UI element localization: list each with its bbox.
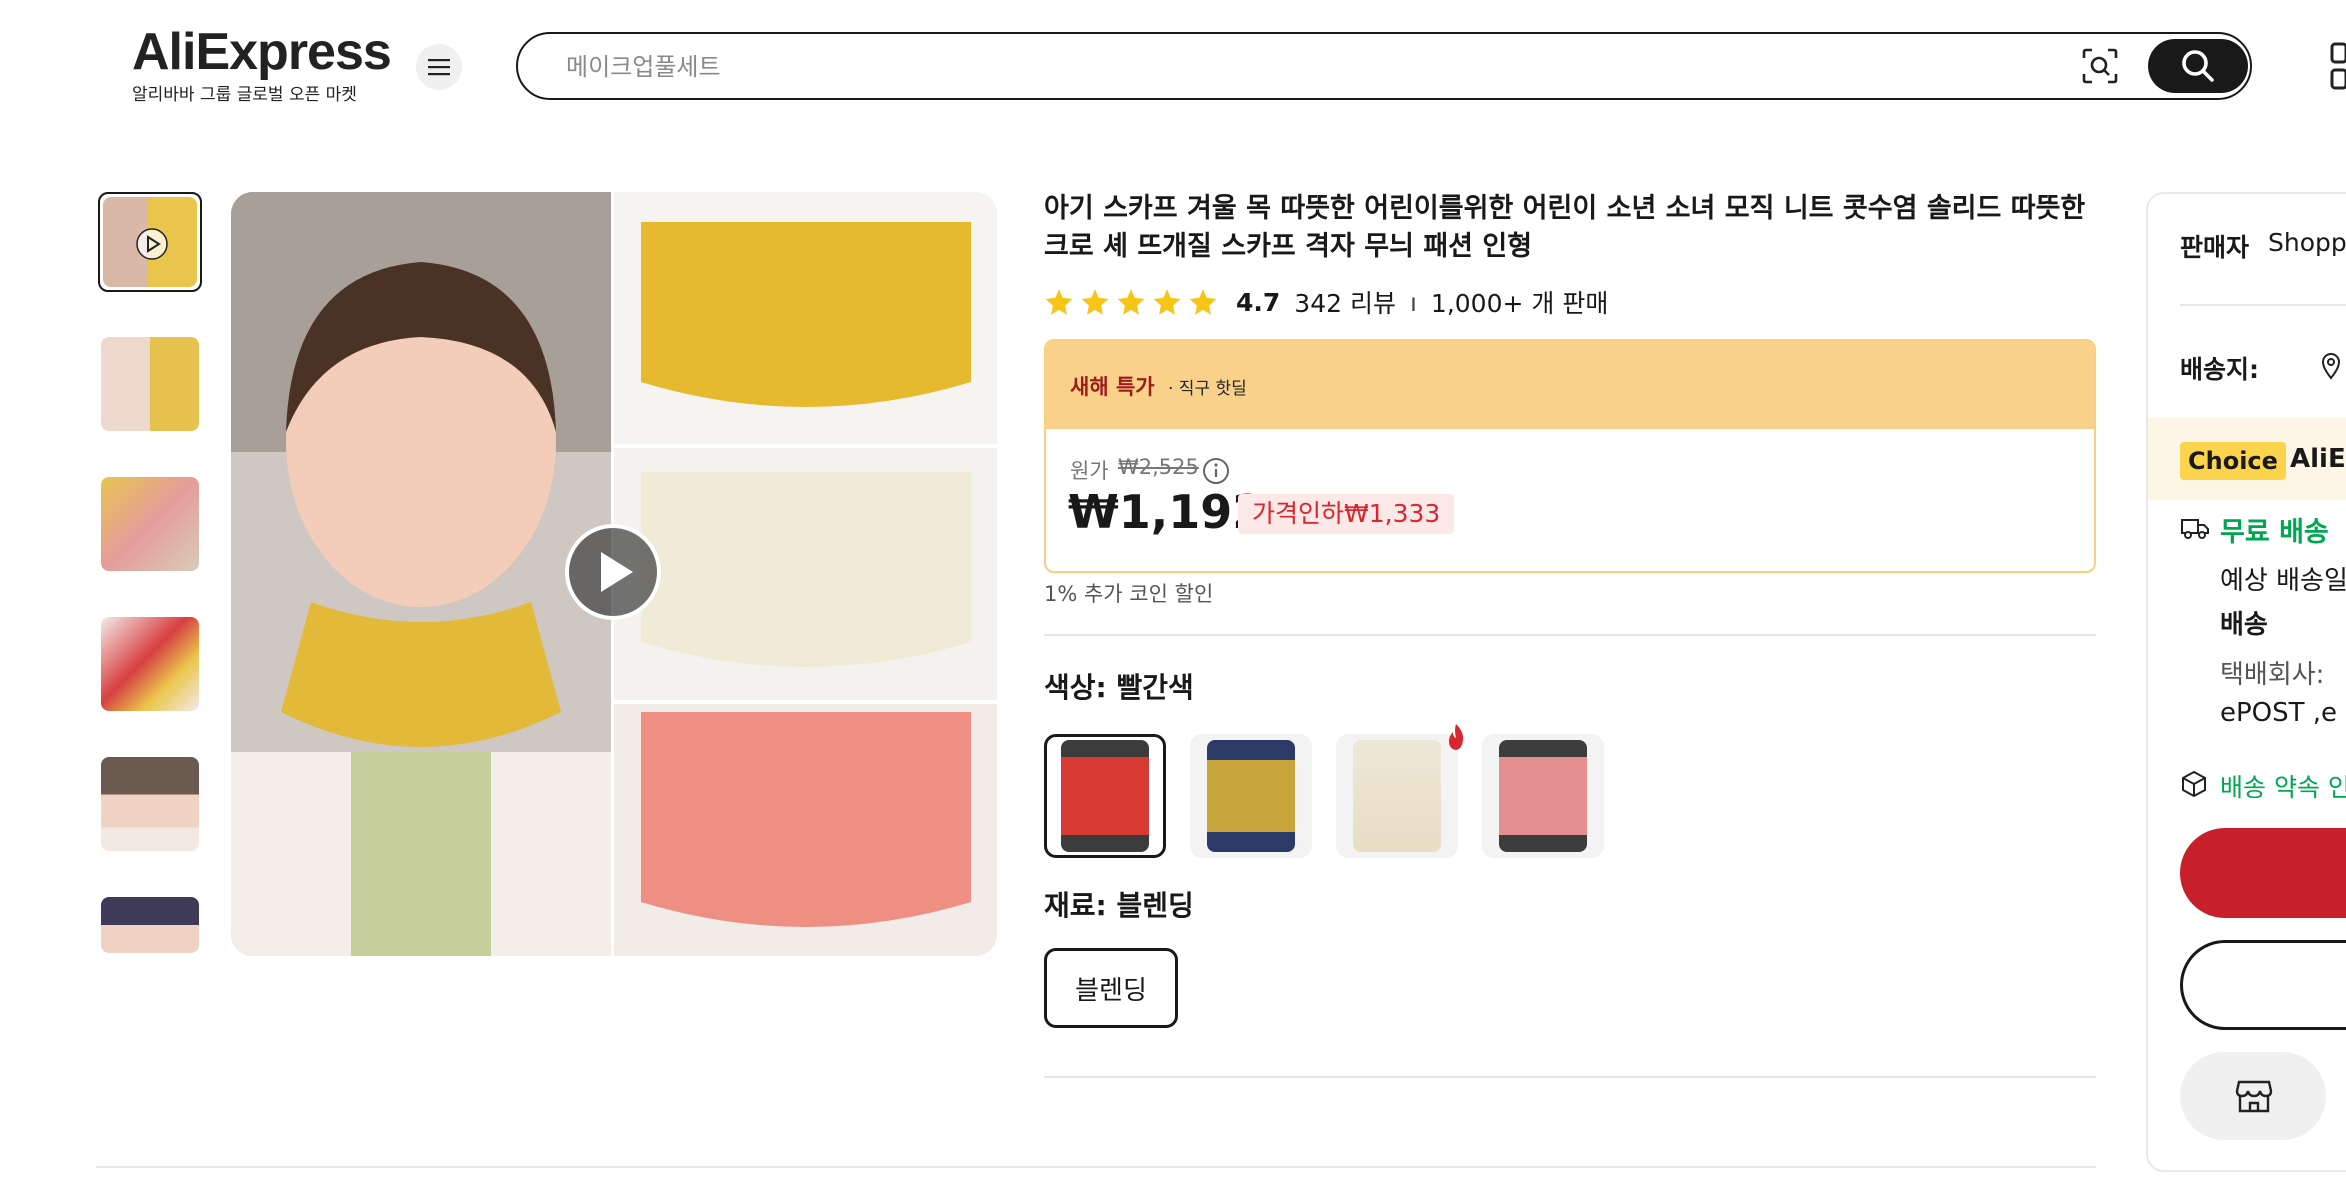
buy-now-button[interactable] xyxy=(2180,828,2346,918)
original-price: ₩2,525 xyxy=(1118,455,1199,479)
discount-badge: 가격인하₩1,333 xyxy=(1238,494,1455,534)
thumbnail-image xyxy=(101,337,199,431)
star-icon xyxy=(1153,289,1181,315)
swatch-image xyxy=(1353,740,1441,852)
store-icon xyxy=(2235,1080,2273,1113)
deal-box: 새해 특가 · 직구 핫딜 원가 ₩2,525 ₩1,192 가격인하₩1,33… xyxy=(1044,339,2096,573)
star-icon xyxy=(1081,289,1109,315)
courier-value: ePOST ,e xyxy=(2220,698,2338,728)
seller-label: 판매자 xyxy=(2180,233,2250,262)
location-icon[interactable] xyxy=(2320,352,2342,380)
thumbnail-image xyxy=(101,617,199,711)
original-label: 원가 xyxy=(1070,459,1109,483)
main-product-image[interactable] xyxy=(231,192,997,956)
free-shipping: 무료 배송 xyxy=(2220,517,2329,548)
swatch-image xyxy=(1499,740,1587,852)
thumbnail-image xyxy=(101,757,199,851)
current-price: ₩1,192 xyxy=(1068,485,1265,539)
rating-row: 4.7 342 리뷰 ı 1,000+ 개 판매 xyxy=(1044,285,1608,319)
delivery-estimate: 예상 배송일 xyxy=(2220,566,2346,596)
thumbnail-image xyxy=(101,477,199,571)
material-label: 재료: 블렌딩 xyxy=(1044,889,1194,922)
sold-count: 1,000+ 개 판매 xyxy=(1430,289,1609,318)
divider xyxy=(96,1166,2096,1168)
courier-label: 택배회사: xyxy=(2220,660,2325,690)
star-icon xyxy=(1045,289,1073,315)
deal-banner: 새해 특가 · 직구 핫딜 xyxy=(1046,341,2094,429)
thumbnail-4[interactable] xyxy=(98,614,202,714)
separator: ı xyxy=(1409,287,1417,317)
delivery-promise[interactable]: 배송 약속 인 xyxy=(2220,768,2346,804)
thumbnail-3[interactable] xyxy=(98,474,202,574)
store-button[interactable] xyxy=(2180,1052,2326,1140)
menu-button[interactable] xyxy=(416,44,462,90)
choice-text: AliE xyxy=(2290,444,2346,474)
play-video-icon[interactable] xyxy=(563,522,663,622)
logo-subtitle: 알리바바 그룹 글로벌 오픈 마켓 xyxy=(132,85,357,105)
category-grid-icon[interactable] xyxy=(2330,42,2346,92)
color-label: 색상: 빨간색 xyxy=(1044,671,1194,704)
search-input[interactable] xyxy=(564,48,2068,86)
search-bar xyxy=(516,32,2252,100)
star-rating xyxy=(1044,288,1218,316)
color-option-beige[interactable] xyxy=(1336,734,1458,858)
thumbnail-2[interactable] xyxy=(98,334,202,434)
shield-icon xyxy=(2182,770,2206,798)
thumbnail-6[interactable] xyxy=(98,894,202,956)
add-to-cart-button[interactable] xyxy=(2180,940,2346,1030)
rating-value: 4.7 xyxy=(1236,287,1281,317)
divider xyxy=(1044,1076,2096,1078)
star-icon xyxy=(1117,289,1145,315)
material-option-blend[interactable]: 블렌딩 xyxy=(1044,948,1178,1028)
thumbnail-video[interactable] xyxy=(98,192,202,292)
color-option-red[interactable] xyxy=(1044,734,1166,858)
coin-discount: 1% 추가 코인 할인 xyxy=(1044,582,1214,606)
truck-icon xyxy=(2181,519,2209,539)
search-icon xyxy=(2182,50,2214,82)
color-option-pink[interactable] xyxy=(1482,734,1604,858)
camera-search-icon xyxy=(2082,48,2118,84)
product-title: 아기 스카프 겨울 목 따뜻한 어린이를위한 어린이 소년 소녀 모직 니트 콧… xyxy=(1044,193,2086,262)
choice-badge: Choice xyxy=(2180,442,2286,480)
aliexpress-logo[interactable]: AliExpress xyxy=(132,22,392,82)
swatch-image xyxy=(1061,740,1149,852)
color-option-yellow[interactable] xyxy=(1190,734,1312,858)
thumbnail-5[interactable] xyxy=(98,754,202,854)
search-button[interactable] xyxy=(2148,39,2248,93)
deal-badge-sub: · 직구 핫딜 xyxy=(1168,379,1247,399)
star-icon xyxy=(1189,289,1217,315)
seller-name[interactable]: Shopp xyxy=(2268,228,2346,257)
hot-fire-icon xyxy=(1449,724,1464,750)
divider xyxy=(1044,634,2096,636)
hamburger-icon xyxy=(428,59,450,76)
image-search-button[interactable] xyxy=(2078,44,2122,88)
thumbnail-image xyxy=(101,897,199,953)
delivery-word: 배송 xyxy=(2220,610,2268,640)
ship-to-label: 배송지: xyxy=(2180,355,2259,384)
info-icon[interactable] xyxy=(1202,457,1230,485)
swatch-image xyxy=(1207,740,1295,852)
play-icon xyxy=(136,228,168,260)
deal-badge: 새해 특가 xyxy=(1070,375,1155,399)
purchase-panel: 판매자 Shopp 배송지: Choice AliE 무료 배송 예상 배송일 … xyxy=(2146,192,2346,1172)
review-count[interactable]: 342 리뷰 xyxy=(1294,284,1396,320)
divider xyxy=(2180,304,2346,306)
